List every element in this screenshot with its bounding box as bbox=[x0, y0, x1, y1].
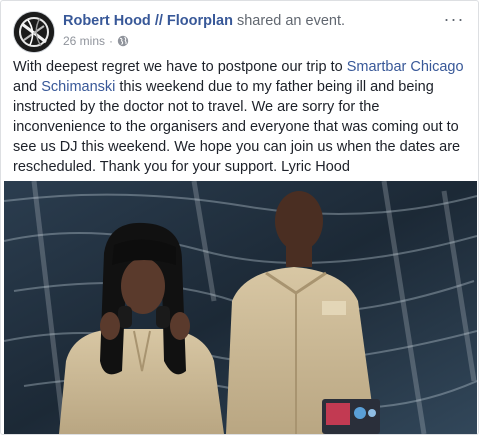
photo-image bbox=[4, 181, 477, 434]
post-text-part: and bbox=[13, 79, 42, 95]
timestamp-link[interactable]: 26 mins bbox=[63, 34, 105, 48]
globe-icon[interactable] bbox=[117, 35, 129, 47]
post-action-text: shared an event. bbox=[232, 13, 346, 29]
post-card: Robert Hood // Floorplan shared an event… bbox=[0, 0, 479, 435]
schimanski-link[interactable]: Schimanski bbox=[41, 79, 115, 95]
post-subline: 26 mins · bbox=[63, 34, 426, 48]
post-meta: Robert Hood // Floorplan shared an event… bbox=[63, 12, 426, 48]
smartbar-chicago-link[interactable]: Smartbar Chicago bbox=[347, 59, 464, 75]
post-photo[interactable] bbox=[4, 181, 477, 434]
meta-separator: · bbox=[109, 34, 114, 48]
avatar[interactable] bbox=[13, 11, 55, 53]
post-text-part: With deepest regret we have to postpone … bbox=[13, 59, 347, 75]
post-title-line: Robert Hood // Floorplan shared an event… bbox=[63, 12, 426, 30]
author-link[interactable]: Robert Hood // Floorplan bbox=[63, 13, 233, 29]
post-header: Robert Hood // Floorplan shared an event… bbox=[13, 9, 466, 55]
avatar-image bbox=[14, 12, 54, 52]
post-message: With deepest regret we have to postpone … bbox=[13, 57, 468, 177]
more-options-icon[interactable]: ··· bbox=[442, 9, 466, 29]
